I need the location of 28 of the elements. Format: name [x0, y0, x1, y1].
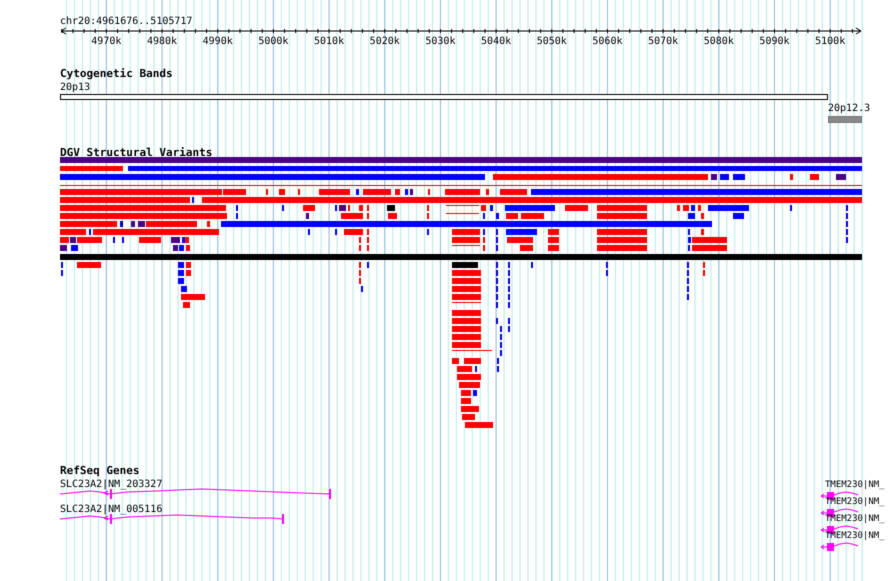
ruler-tick-label: 5000k [258, 36, 288, 47]
track-title: RefSeq Genes [60, 464, 140, 477]
track-title: Cytogenetic Bands [60, 67, 173, 80]
band-label: 20p13 [60, 82, 90, 93]
gene-label: SLC23A2|NM_005116 [60, 504, 162, 515]
ruler-tick-label: 4970k [91, 36, 122, 47]
ruler-tick-label: 5020k [370, 36, 400, 47]
ruler-tick-label: 5090k [759, 36, 790, 47]
ruler-tick-label: 5100k [815, 36, 846, 47]
ruler-tick-label: 5070k [648, 36, 678, 47]
band-label: 20p12.3 [828, 103, 870, 114]
ruler-tick-label: 5080k [704, 36, 734, 47]
ruler-tick-label: 5040k [481, 36, 512, 47]
gene-label: TMEM230|NM_ [825, 514, 885, 524]
ruler-tick-label: 4990k [202, 36, 233, 47]
ruler-tick-label: 5010k [314, 36, 344, 47]
gene-model-drawing [820, 542, 858, 551]
chromosome-band [828, 116, 862, 123]
ruler-tick-label: 4980k [146, 36, 178, 47]
gene-label: TMEM230|NM_ [825, 480, 885, 490]
gene-label: TMEM230|NM_ [825, 497, 885, 507]
gene-label: SLC23A2|NM_203327 [60, 479, 162, 490]
ruler-tick-label: 5030k [425, 36, 456, 47]
ruler-tick-label: 5060k [592, 36, 622, 47]
gene-label: TMEM230|NM_ [825, 531, 885, 541]
track-title: DGV Structural Variants [60, 146, 212, 159]
region-label: chr20:4961676..5105717 [60, 16, 192, 27]
ruler-tick-label: 5050k [536, 36, 567, 47]
